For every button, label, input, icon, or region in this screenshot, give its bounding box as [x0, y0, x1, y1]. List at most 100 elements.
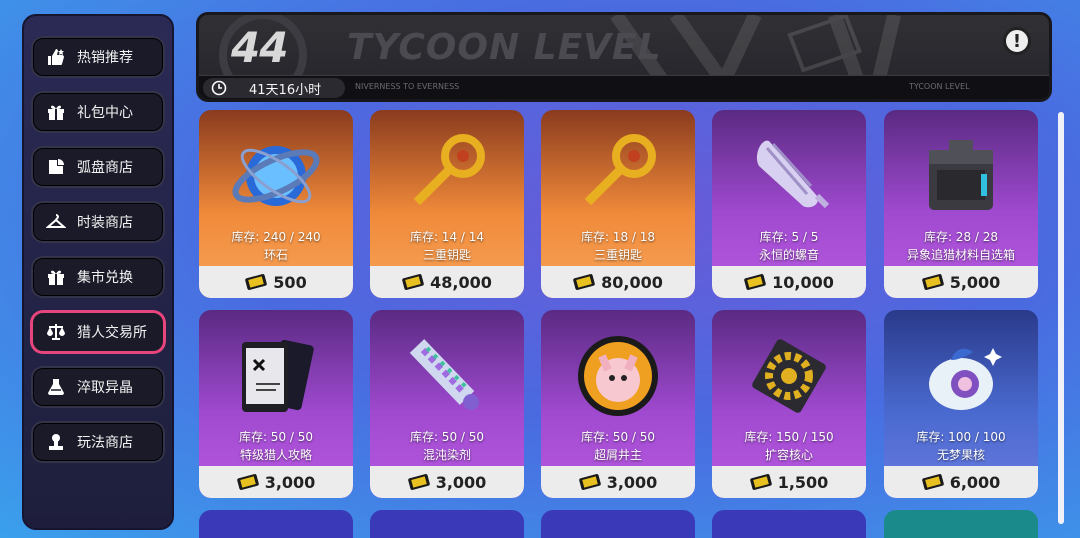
gift-box-icon [45, 266, 67, 288]
banner-subtitle: NIVERNESS TO EVERNESS [355, 82, 460, 91]
shop-item-card[interactable]: 库存: 18 / 18 三重钥匙 80,000 [541, 110, 695, 298]
item-price: 10,000 [772, 272, 834, 292]
buy-button[interactable]: 10,000 [712, 266, 866, 298]
currency-ticket-icon [402, 274, 424, 290]
buy-button[interactable]: 500 [199, 266, 353, 298]
shop-item-card[interactable]: 库存: 28 / 28 异象追猎材料自选箱 5,000 [884, 110, 1038, 298]
disc-icon [45, 156, 67, 178]
shop-item-card[interactable]: 库存: 240 / 240 环石 500 [199, 110, 353, 298]
item-price: 80,000 [601, 272, 663, 292]
item-stock: 库存: 150 / 150 [744, 430, 834, 444]
sidebar-item-gameplay-shop[interactable]: 玩法商店 [31, 421, 165, 463]
shop-item-card[interactable]: 库存: 5 / 5 永恒的螺音 10,000 [712, 110, 866, 298]
sidebar-item-label: 集市兑换 [77, 270, 133, 286]
shop-item-card[interactable]: 库存: 100 / 100 无梦果核 6,000 [884, 310, 1038, 498]
sidebar-item-label: 玩法商店 [77, 435, 133, 451]
currency-ticket-icon [245, 274, 268, 290]
card-stub [370, 510, 524, 538]
currency-ticket-icon [744, 274, 766, 290]
item-price: 3,000 [435, 472, 487, 492]
card-stub [712, 510, 866, 538]
sidebar-item-label: 热销推荐 [77, 50, 133, 66]
timer-bar: 41天16小时 NIVERNESS TO EVERNESS TYCOON LEV… [199, 75, 1049, 99]
item-price: 1,500 [777, 472, 829, 492]
buy-button[interactable]: 5,000 [884, 266, 1038, 298]
item-price: 500 [273, 272, 307, 292]
scroll-thumb[interactable] [1058, 112, 1064, 524]
banner-right-tag: TYCOON LEVEL [909, 82, 970, 91]
sidebar-item-label: 时装商店 [77, 215, 133, 231]
shop-item-card[interactable]: 库存: 50 / 50 超屑井主 3,000 [541, 310, 695, 498]
item-stock: 库存: 50 / 50 [580, 430, 656, 444]
gear-core-icon [739, 326, 839, 426]
sidebar-item-extract-crystal[interactable]: 淬取异晶 [31, 366, 165, 408]
sidebar-item-label: 礼包中心 [77, 105, 133, 121]
item-name: 无梦果核 [936, 448, 985, 462]
thumbs-up-icon [45, 46, 67, 68]
badge-icon [568, 326, 668, 426]
sidebar-item-disc-shop[interactable]: 弧盘商店 [31, 146, 165, 188]
flask-icon [45, 376, 67, 398]
currency-ticket-icon [236, 474, 259, 490]
buy-button[interactable]: 3,000 [370, 466, 524, 498]
item-name: 超屑井主 [593, 448, 642, 462]
currency-ticket-icon [921, 474, 944, 490]
item-price: 48,000 [430, 272, 492, 292]
shop-item-card[interactable]: 库存: 150 / 150 扩容核心 1,500 [712, 310, 866, 498]
item-price: 6,000 [949, 472, 1001, 492]
dye-icon [397, 326, 497, 426]
currency-ticket-icon [407, 474, 430, 490]
item-name: 环石 [263, 248, 288, 262]
item-price: 5,000 [949, 272, 1001, 292]
tycoon-title: TYCOON LEVEL [347, 27, 662, 68]
item-price: 3,000 [264, 472, 316, 492]
sidebar-item-fashion-shop[interactable]: 时装商店 [31, 201, 165, 243]
ring-stone-icon [226, 126, 326, 226]
chest-icon [911, 126, 1011, 226]
card-stub [199, 510, 353, 538]
item-name: 混沌染剂 [422, 448, 471, 462]
timer-text: 41天16小时 [249, 82, 322, 98]
item-stock: 库存: 28 / 28 [923, 230, 999, 244]
item-stock: 库存: 50 / 50 [409, 430, 485, 444]
buy-button[interactable]: 80,000 [541, 266, 695, 298]
buy-button[interactable]: 48,000 [370, 266, 524, 298]
scale-icon [45, 321, 67, 343]
item-name: 永恒的螺音 [758, 248, 819, 262]
conch-icon [739, 126, 839, 226]
currency-ticket-icon [578, 474, 601, 490]
currency-ticket-icon [921, 274, 944, 290]
item-name: 特级猎人攻略 [239, 448, 312, 462]
sidebar-item-gift-center[interactable]: 礼包中心 [31, 91, 165, 133]
key-icon [397, 126, 497, 226]
shop-item-card[interactable]: 库存: 50 / 50 特级猎人攻略 3,000 [199, 310, 353, 498]
tycoon-level-banner: 44 TYCOON LEVEL ! 41天16小时 NIVERNESS TO E… [196, 12, 1052, 102]
item-name: 三重钥匙 [422, 248, 471, 262]
trophy-icon [45, 431, 67, 453]
gift-icon [45, 101, 67, 123]
info-button[interactable]: ! [1003, 27, 1031, 55]
shop-item-card[interactable]: 库存: 50 / 50 混沌染剂 3,000 [370, 310, 524, 498]
buy-button[interactable]: 3,000 [541, 466, 695, 498]
buy-button[interactable]: 1,500 [712, 466, 866, 498]
item-stock: 库存: 5 / 5 [759, 230, 819, 244]
key-icon [568, 126, 668, 226]
sidebar-item-label: 淬取异晶 [77, 380, 133, 396]
item-name: 异象追猎材料自选箱 [906, 248, 1015, 262]
sidebar-item-hot-recommend[interactable]: 热销推荐 [31, 36, 165, 78]
currency-ticket-icon [573, 274, 595, 290]
item-name: 三重钥匙 [593, 248, 642, 262]
card-stub [884, 510, 1038, 538]
sidebar-item-label: 弧盘商店 [77, 160, 133, 176]
buy-button[interactable]: 3,000 [199, 466, 353, 498]
sidebar-item-hunter-exchange[interactable]: 猎人交易所 [31, 311, 165, 353]
sidebar: 热销推荐 礼包中心 弧盘商店 时装商店 集市兑换 猎人交易所 淬取异晶 玩法商店 [22, 14, 174, 530]
item-stock: 库存: 18 / 18 [580, 230, 656, 244]
shop-item-card[interactable]: 库存: 14 / 14 三重钥匙 48,000 [370, 110, 524, 298]
buy-button[interactable]: 6,000 [884, 466, 1038, 498]
scrollbar[interactable] [1058, 112, 1064, 524]
sidebar-item-market-exchange[interactable]: 集市兑换 [31, 256, 165, 298]
currency-ticket-icon [749, 474, 772, 490]
item-name: 扩容核心 [764, 448, 813, 462]
item-stock: 库存: 100 / 100 [916, 430, 1006, 444]
